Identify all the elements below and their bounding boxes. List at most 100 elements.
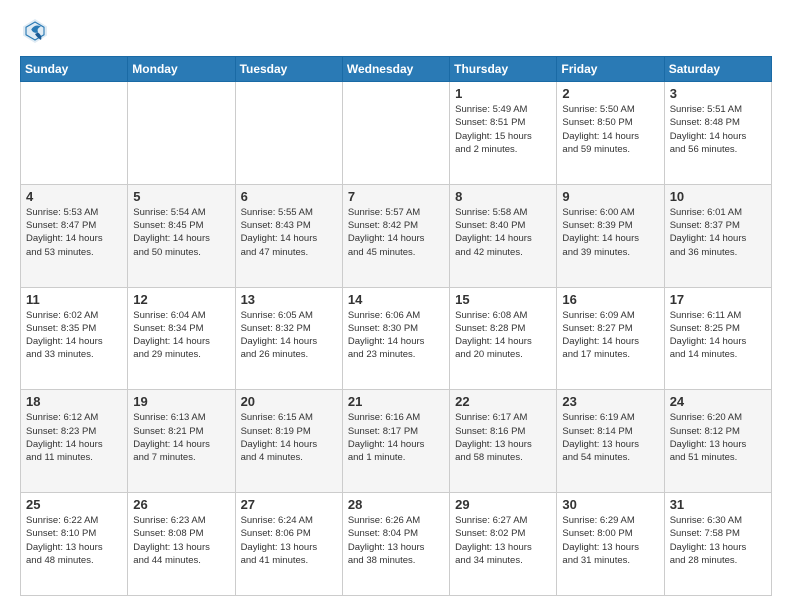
day-info: Sunrise: 6:19 AM Sunset: 8:14 PM Dayligh…: [562, 411, 658, 464]
day-info: Sunrise: 5:57 AM Sunset: 8:42 PM Dayligh…: [348, 206, 444, 259]
calendar-cell: 18 Sunrise: 6:12 AM Sunset: 8:23 PM Dayli…: [21, 390, 128, 493]
day-number: 11: [26, 292, 122, 307]
calendar: SundayMondayTuesdayWednesdayThursdayFrid…: [20, 56, 772, 596]
calendar-cell: [21, 82, 128, 185]
calendar-day-header: Tuesday: [235, 57, 342, 82]
day-info: Sunrise: 5:50 AM Sunset: 8:50 PM Dayligh…: [562, 103, 658, 156]
day-number: 28: [348, 497, 444, 512]
calendar-week-row: 18 Sunrise: 6:12 AM Sunset: 8:23 PM Dayli…: [21, 390, 772, 493]
day-number: 24: [670, 394, 766, 409]
calendar-cell: [342, 82, 449, 185]
day-info: Sunrise: 5:49 AM Sunset: 8:51 PM Dayligh…: [455, 103, 551, 156]
day-info: Sunrise: 5:54 AM Sunset: 8:45 PM Dayligh…: [133, 206, 229, 259]
day-info: Sunrise: 6:22 AM Sunset: 8:10 PM Dayligh…: [26, 514, 122, 567]
calendar-cell: 30 Sunrise: 6:29 AM Sunset: 8:00 PM Dayli…: [557, 493, 664, 596]
day-info: Sunrise: 6:16 AM Sunset: 8:17 PM Dayligh…: [348, 411, 444, 464]
calendar-cell: 22 Sunrise: 6:17 AM Sunset: 8:16 PM Dayli…: [450, 390, 557, 493]
calendar-week-row: 4 Sunrise: 5:53 AM Sunset: 8:47 PM Daylig…: [21, 184, 772, 287]
calendar-cell: 9Sunrise: 6:00 AM Sunset: 8:39 PM Daylig…: [557, 184, 664, 287]
day-info: Sunrise: 6:27 AM Sunset: 8:02 PM Dayligh…: [455, 514, 551, 567]
logo-icon: [20, 16, 50, 46]
day-info: Sunrise: 6:30 AM Sunset: 7:58 PM Dayligh…: [670, 514, 766, 567]
day-info: Sunrise: 6:05 AM Sunset: 8:32 PM Dayligh…: [241, 309, 337, 362]
calendar-cell: 19 Sunrise: 6:13 AM Sunset: 8:21 PM Dayli…: [128, 390, 235, 493]
day-number: 1: [455, 86, 551, 101]
calendar-cell: 17Sunrise: 6:11 AM Sunset: 8:25 PM Dayli…: [664, 287, 771, 390]
day-number: 7: [348, 189, 444, 204]
calendar-day-header: Sunday: [21, 57, 128, 82]
calendar-cell: 20Sunrise: 6:15 AM Sunset: 8:19 PM Dayli…: [235, 390, 342, 493]
calendar-cell: 11 Sunrise: 6:02 AM Sunset: 8:35 PM Dayli…: [21, 287, 128, 390]
calendar-cell: 24 Sunrise: 6:20 AM Sunset: 8:12 PM Dayli…: [664, 390, 771, 493]
day-number: 17: [670, 292, 766, 307]
day-info: Sunrise: 6:24 AM Sunset: 8:06 PM Dayligh…: [241, 514, 337, 567]
day-info: Sunrise: 5:58 AM Sunset: 8:40 PM Dayligh…: [455, 206, 551, 259]
day-info: Sunrise: 6:20 AM Sunset: 8:12 PM Dayligh…: [670, 411, 766, 464]
calendar-cell: 1 Sunrise: 5:49 AM Sunset: 8:51 PM Daylig…: [450, 82, 557, 185]
day-number: 26: [133, 497, 229, 512]
calendar-cell: 31 Sunrise: 6:30 AM Sunset: 7:58 PM Dayli…: [664, 493, 771, 596]
calendar-cell: 15 Sunrise: 6:08 AM Sunset: 8:28 PM Dayli…: [450, 287, 557, 390]
day-number: 13: [241, 292, 337, 307]
day-number: 30: [562, 497, 658, 512]
day-number: 29: [455, 497, 551, 512]
day-number: 18: [26, 394, 122, 409]
calendar-cell: 13 Sunrise: 6:05 AM Sunset: 8:32 PM Dayli…: [235, 287, 342, 390]
page: SundayMondayTuesdayWednesdayThursdayFrid…: [0, 0, 792, 612]
day-number: 22: [455, 394, 551, 409]
calendar-cell: 2 Sunrise: 5:50 AM Sunset: 8:50 PM Daylig…: [557, 82, 664, 185]
calendar-cell: 10 Sunrise: 6:01 AM Sunset: 8:37 PM Dayli…: [664, 184, 771, 287]
day-number: 2: [562, 86, 658, 101]
day-number: 25: [26, 497, 122, 512]
calendar-cell: 7 Sunrise: 5:57 AM Sunset: 8:42 PM Daylig…: [342, 184, 449, 287]
calendar-cell: 23 Sunrise: 6:19 AM Sunset: 8:14 PM Dayli…: [557, 390, 664, 493]
calendar-week-row: 11 Sunrise: 6:02 AM Sunset: 8:35 PM Dayli…: [21, 287, 772, 390]
day-info: Sunrise: 6:09 AM Sunset: 8:27 PM Dayligh…: [562, 309, 658, 362]
calendar-cell: 27Sunrise: 6:24 AM Sunset: 8:06 PM Dayli…: [235, 493, 342, 596]
day-info: Sunrise: 5:53 AM Sunset: 8:47 PM Dayligh…: [26, 206, 122, 259]
logo: [20, 16, 54, 46]
day-info: Sunrise: 6:23 AM Sunset: 8:08 PM Dayligh…: [133, 514, 229, 567]
calendar-day-header: Wednesday: [342, 57, 449, 82]
day-number: 3: [670, 86, 766, 101]
calendar-cell: 16Sunrise: 6:09 AM Sunset: 8:27 PM Dayli…: [557, 287, 664, 390]
day-number: 19: [133, 394, 229, 409]
calendar-day-header: Thursday: [450, 57, 557, 82]
header: [20, 16, 772, 46]
day-info: Sunrise: 6:17 AM Sunset: 8:16 PM Dayligh…: [455, 411, 551, 464]
day-number: 14: [348, 292, 444, 307]
calendar-header-row: SundayMondayTuesdayWednesdayThursdayFrid…: [21, 57, 772, 82]
calendar-cell: 5 Sunrise: 5:54 AM Sunset: 8:45 PM Daylig…: [128, 184, 235, 287]
calendar-cell: 25 Sunrise: 6:22 AM Sunset: 8:10 PM Dayli…: [21, 493, 128, 596]
day-number: 8: [455, 189, 551, 204]
day-number: 12: [133, 292, 229, 307]
calendar-cell: [128, 82, 235, 185]
day-number: 4: [26, 189, 122, 204]
day-info: Sunrise: 5:55 AM Sunset: 8:43 PM Dayligh…: [241, 206, 337, 259]
day-number: 23: [562, 394, 658, 409]
day-number: 21: [348, 394, 444, 409]
day-info: Sunrise: 6:13 AM Sunset: 8:21 PM Dayligh…: [133, 411, 229, 464]
day-info: Sunrise: 6:06 AM Sunset: 8:30 PM Dayligh…: [348, 309, 444, 362]
day-info: Sunrise: 6:02 AM Sunset: 8:35 PM Dayligh…: [26, 309, 122, 362]
calendar-cell: 8 Sunrise: 5:58 AM Sunset: 8:40 PM Daylig…: [450, 184, 557, 287]
day-info: Sunrise: 6:26 AM Sunset: 8:04 PM Dayligh…: [348, 514, 444, 567]
day-number: 5: [133, 189, 229, 204]
day-number: 10: [670, 189, 766, 204]
day-info: Sunrise: 6:04 AM Sunset: 8:34 PM Dayligh…: [133, 309, 229, 362]
calendar-cell: 3Sunrise: 5:51 AM Sunset: 8:48 PM Daylig…: [664, 82, 771, 185]
day-info: Sunrise: 6:12 AM Sunset: 8:23 PM Dayligh…: [26, 411, 122, 464]
calendar-day-header: Friday: [557, 57, 664, 82]
calendar-week-row: 25 Sunrise: 6:22 AM Sunset: 8:10 PM Dayli…: [21, 493, 772, 596]
day-info: Sunrise: 6:00 AM Sunset: 8:39 PM Dayligh…: [562, 206, 658, 259]
day-number: 6: [241, 189, 337, 204]
calendar-week-row: 1 Sunrise: 5:49 AM Sunset: 8:51 PM Daylig…: [21, 82, 772, 185]
calendar-day-header: Monday: [128, 57, 235, 82]
day-info: Sunrise: 6:08 AM Sunset: 8:28 PM Dayligh…: [455, 309, 551, 362]
calendar-cell: 14 Sunrise: 6:06 AM Sunset: 8:30 PM Dayli…: [342, 287, 449, 390]
day-number: 31: [670, 497, 766, 512]
calendar-cell: 4 Sunrise: 5:53 AM Sunset: 8:47 PM Daylig…: [21, 184, 128, 287]
day-info: Sunrise: 6:01 AM Sunset: 8:37 PM Dayligh…: [670, 206, 766, 259]
day-info: Sunrise: 6:29 AM Sunset: 8:00 PM Dayligh…: [562, 514, 658, 567]
day-number: 15: [455, 292, 551, 307]
